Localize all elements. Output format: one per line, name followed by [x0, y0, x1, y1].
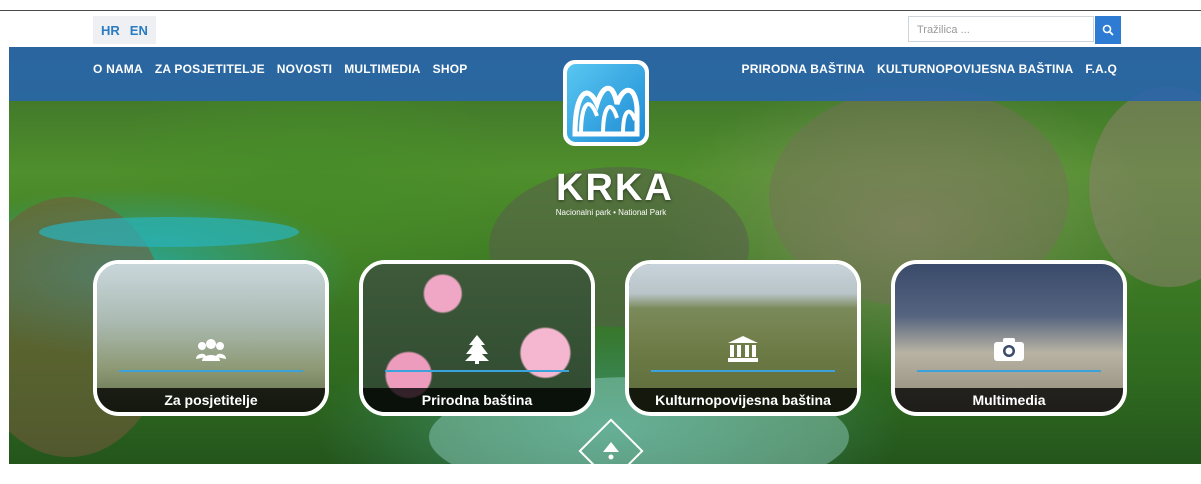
card-za-posjetitelje[interactable]: Za posjetitelje — [93, 260, 329, 416]
nav-item-prirodna-bastina[interactable]: PRIRODNA BAŠTINA — [742, 62, 865, 76]
card-divider — [651, 370, 835, 372]
nav-item-novosti[interactable]: NOVOSTI — [277, 62, 332, 76]
lang-hr-link[interactable]: HR — [101, 23, 120, 38]
museum-icon — [726, 334, 760, 364]
krka-logo[interactable] — [563, 60, 649, 146]
nav-item-shop[interactable]: SHOP — [433, 62, 468, 76]
card-label-bar: Prirodna baština — [363, 388, 591, 412]
camera-icon — [992, 334, 1026, 364]
search-input[interactable]: Tražilica ... — [908, 16, 1094, 42]
nav-item-za-posjetitelje[interactable]: ZA POSJETITELJE — [155, 62, 265, 76]
card-label: Prirodna baština — [421, 392, 533, 408]
brand-title: KRKA Nacionalni park • National Park — [556, 167, 674, 218]
nav-item-multimedia[interactable]: MULTIMEDIA — [344, 62, 420, 76]
card-prirodna-bastina[interactable]: Prirodna baština — [359, 260, 595, 416]
nav-item-kulturnopovijesna-bastina[interactable]: KULTURNOPOVIJESNA BAŠTINA — [877, 62, 1073, 76]
lang-en-link[interactable]: EN — [130, 23, 148, 38]
nav-right-menu: PRIRODNA BAŠTINA KULTURNOPOVIJESNA BAŠTI… — [742, 62, 1117, 76]
card-divider — [119, 370, 303, 372]
logo-mark-icon — [567, 64, 645, 142]
card-label: Kulturnopovijesna baština — [655, 392, 831, 408]
search-button[interactable] — [1095, 16, 1121, 44]
language-switcher: HR EN — [93, 16, 156, 44]
brand-name: KRKA — [556, 167, 674, 209]
card-multimedia[interactable]: Multimedia — [891, 260, 1127, 416]
tree-icon — [460, 334, 494, 364]
top-divider — [0, 10, 1201, 11]
card-label: Multimedia — [972, 392, 1046, 408]
card-divider — [917, 370, 1101, 372]
card-label-bar: Multimedia — [895, 388, 1123, 412]
search-box: Tražilica ... — [908, 16, 1121, 44]
card-label: Za posjetitelje — [164, 392, 258, 408]
users-icon — [194, 334, 228, 364]
nav-left-menu: O NAMA ZA POSJETITELJE NOVOSTI MULTIMEDI… — [93, 62, 467, 76]
card-label-bar: Kulturnopovijesna baština — [629, 388, 857, 412]
search-icon — [1102, 24, 1114, 36]
nav-item-faq[interactable]: F.A.Q — [1085, 62, 1117, 76]
brand-subtitle: Nacionalni park • National Park — [555, 208, 667, 217]
chevron-up-icon — [603, 442, 619, 460]
nav-item-o-nama[interactable]: O NAMA — [93, 62, 143, 76]
card-label-bar: Za posjetitelje — [97, 388, 325, 412]
card-divider — [385, 370, 569, 372]
card-kulturnopovijesna-bastina[interactable]: Kulturnopovijesna baština — [625, 260, 861, 416]
